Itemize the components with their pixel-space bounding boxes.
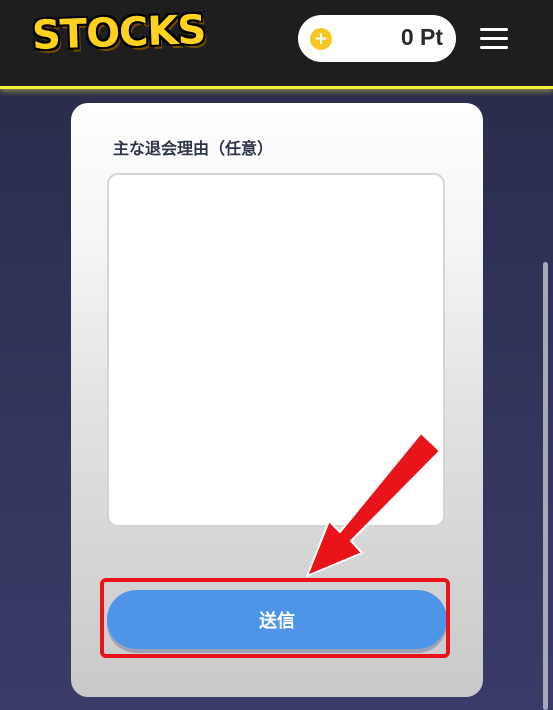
reason-label: 主な退会理由（任意）	[113, 139, 274, 158]
submit-button[interactable]: 送信	[107, 590, 447, 649]
coin-plus-icon[interactable]: +	[310, 28, 332, 50]
scrollbar[interactable]	[543, 262, 548, 710]
points-value: 0 Pt	[400, 24, 443, 50]
stocks-logo[interactable]: STOCKS	[31, 7, 206, 59]
hamburger-menu-icon[interactable]	[480, 28, 508, 50]
points-badge[interactable]: + 0 Pt	[298, 15, 456, 62]
app-header: STOCKS + 0 Pt	[0, 0, 553, 89]
withdrawal-form-card: 主な退会理由（任意） 送信	[71, 103, 483, 697]
reason-textarea[interactable]	[107, 173, 445, 527]
